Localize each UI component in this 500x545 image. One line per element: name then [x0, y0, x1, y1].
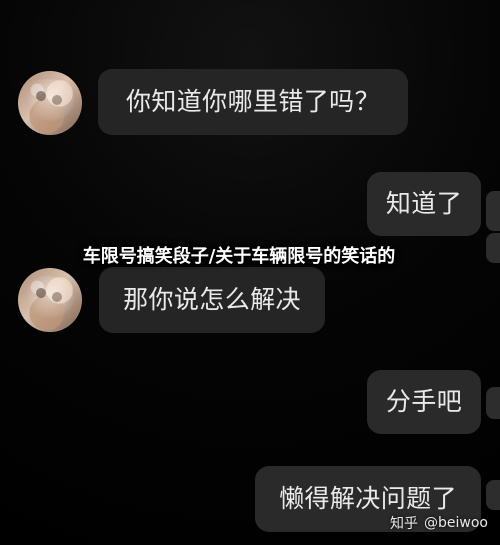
message-bubble-outgoing: 知道了 [367, 172, 481, 236]
avatar [18, 268, 82, 332]
avatar [18, 71, 82, 135]
username: @beiwoo [424, 515, 488, 531]
message-text: 分手吧 [385, 387, 463, 417]
message-text: 那你说怎么解决 [123, 285, 301, 315]
platform-name: 知乎 [390, 516, 419, 532]
message-bubble-incoming: 那你说怎么解决 [99, 267, 325, 333]
partial-bubble-edge [486, 233, 500, 263]
message-bubble-outgoing: 分手吧 [367, 370, 481, 434]
overlay-title: 车限号搞笑段子/关于车辆限号的笑话的 [82, 246, 396, 267]
message-text: 懒得解决问题了 [279, 484, 457, 514]
watermark: 知乎 @beiwoo [390, 513, 488, 533]
message-text: 你知道你哪里错了吗？ [125, 87, 380, 117]
chat-screenshot: 你知道你哪里错了吗？ 知道了 那你说怎么解决 分手吧 懒得解决问题了 车限号搞笑… [0, 0, 500, 545]
partial-bubble-edge [486, 387, 500, 419]
message-bubble-incoming: 你知道你哪里错了吗？ [98, 69, 408, 135]
partial-bubble-edge [486, 191, 500, 231]
partial-bubble-edge [486, 480, 500, 510]
message-text: 知道了 [385, 189, 463, 219]
